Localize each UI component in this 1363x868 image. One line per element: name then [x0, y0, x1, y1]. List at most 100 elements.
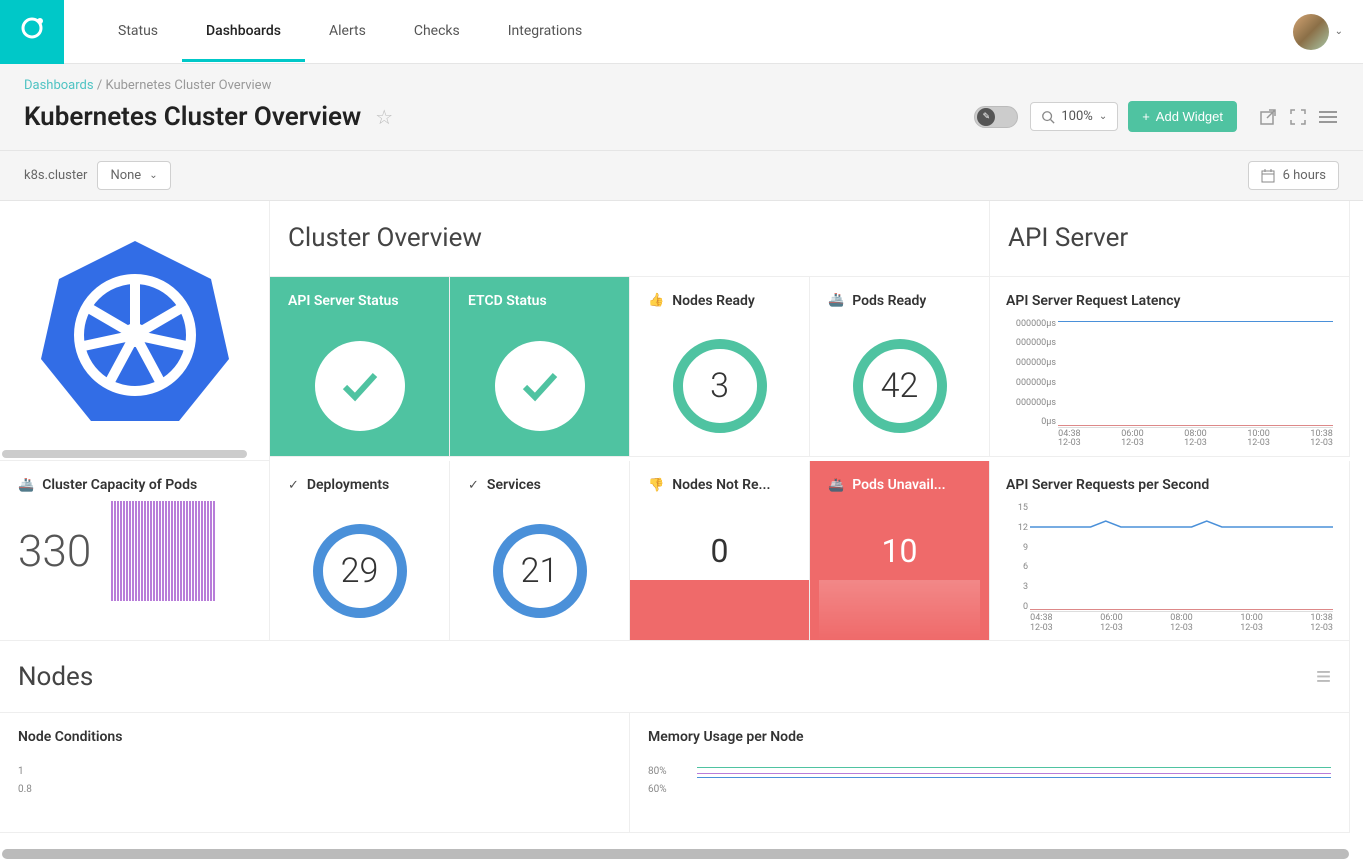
check-icon — [495, 341, 585, 431]
time-range-value: 6 hours — [1283, 168, 1326, 183]
nav-status[interactable]: Status — [94, 1, 182, 62]
dashboard-body: Cluster Overview API Server API Server S… — [0, 201, 1363, 861]
card-nodes-not-ready[interactable]: 👎 Nodes Not Re... 0 — [630, 461, 810, 641]
card-title: API Server Requests per Second — [1006, 477, 1333, 493]
card-api-latency[interactable]: API Server Request Latency 000000µs00000… — [990, 277, 1350, 457]
filter-select[interactable]: None ⌄ — [97, 161, 170, 190]
card-title: API Server Status — [288, 293, 399, 309]
nav-checks[interactable]: Checks — [390, 1, 484, 62]
edit-toggle[interactable]: ✎ — [974, 106, 1018, 128]
ring-value: 3 — [673, 339, 767, 433]
external-link-icon[interactable] — [1257, 106, 1279, 128]
card-title: Pods Unavail... — [852, 477, 945, 493]
thumbs-up-icon: 👍 — [648, 293, 664, 308]
zoom-select[interactable]: 100% ⌄ — [1030, 102, 1118, 131]
fullscreen-icon[interactable] — [1287, 106, 1309, 128]
logo-icon — [16, 16, 48, 48]
card-deployments[interactable]: ✓ Deployments 29 — [270, 461, 450, 641]
avatar — [1293, 14, 1329, 50]
k8s-logo-widget[interactable] — [0, 201, 270, 461]
filter-value: None — [110, 168, 141, 183]
filter-bar: k8s.cluster None ⌄ 6 hours — [0, 151, 1363, 201]
section-cluster-overview: Cluster Overview — [270, 201, 990, 277]
user-menu[interactable]: ⌄ — [1293, 14, 1343, 50]
kubernetes-icon — [35, 231, 235, 431]
card-memory-per-node[interactable]: Memory Usage per Node 80%60% — [630, 713, 1350, 833]
y-axis: 10.8 — [18, 763, 611, 799]
menu-icon[interactable] — [1317, 106, 1339, 128]
breadcrumb: Dashboards / Kubernetes Cluster Overview — [24, 78, 1339, 93]
card-nodes-ready[interactable]: 👍 Nodes Ready 3 — [630, 277, 810, 457]
page-title: Kubernetes Cluster Overview — [24, 102, 361, 132]
big-number: 330 — [18, 525, 91, 577]
y-axis: 15129630 — [1006, 503, 1028, 612]
card-services[interactable]: ✓ Services 21 — [450, 461, 630, 641]
y-axis: 80%60% — [648, 763, 667, 799]
nav-alerts[interactable]: Alerts — [305, 1, 390, 62]
card-title: Node Conditions — [18, 729, 611, 745]
card-api-server-status[interactable]: API Server Status — [270, 277, 450, 457]
calendar-icon — [1261, 169, 1275, 183]
nav-integrations[interactable]: Integrations — [484, 1, 606, 62]
check-icon — [315, 341, 405, 431]
time-range-select[interactable]: 6 hours — [1248, 161, 1339, 190]
check-icon: ✓ — [288, 478, 299, 493]
x-axis: 04:3812-0306:0012-0308:0012-0310:0012-03… — [1058, 430, 1333, 448]
star-icon[interactable]: ☆ — [375, 105, 393, 129]
stat-value: 0 — [711, 532, 729, 570]
chevron-down-icon: ⌄ — [1099, 111, 1107, 122]
add-widget-label: Add Widget — [1156, 109, 1223, 124]
section-api-server: API Server — [990, 201, 1350, 277]
menu-icon[interactable]: ≡ — [1316, 661, 1331, 692]
pencil-icon: ✎ — [977, 108, 995, 126]
scrollbar-horizontal[interactable] — [2, 849, 1349, 859]
card-title: Nodes Ready — [672, 293, 755, 309]
breadcrumb-root[interactable]: Dashboards — [24, 78, 94, 93]
card-node-conditions[interactable]: Node Conditions 10.8 — [0, 713, 630, 833]
ring-value: 42 — [853, 339, 947, 433]
card-title: Services — [487, 477, 541, 493]
card-title: API Server Request Latency — [1006, 293, 1333, 309]
plus-icon: + — [1142, 109, 1150, 124]
card-title: Deployments — [307, 477, 389, 493]
card-pods-ready[interactable]: 🚢 Pods Ready 42 — [810, 277, 990, 457]
ring-value: 21 — [493, 524, 587, 618]
bar-fill — [630, 580, 809, 640]
plot-area — [697, 763, 1331, 793]
card-etcd-status[interactable]: ETCD Status — [450, 277, 630, 457]
card-api-rps[interactable]: API Server Requests per Second 15129630 … — [990, 461, 1350, 641]
chevron-down-icon: ⌄ — [149, 170, 157, 181]
x-axis: 04:3812-0306:0012-0308:0012-0310:0012-03… — [1030, 614, 1333, 632]
plot-area — [1058, 319, 1333, 428]
card-title: Memory Usage per Node — [648, 729, 1331, 745]
card-title: Pods Ready — [852, 293, 926, 309]
breadcrumb-sep: / — [97, 78, 102, 93]
plot-area — [1030, 503, 1333, 612]
thumbs-down-icon: 👎 — [648, 478, 664, 493]
scrollbar-horizontal[interactable] — [2, 450, 247, 458]
nav-items: Status Dashboards Alerts Checks Integrat… — [94, 1, 606, 62]
zoom-value: 100% — [1061, 109, 1092, 124]
bar-fill — [819, 580, 980, 640]
top-nav: Status Dashboards Alerts Checks Integrat… — [0, 0, 1363, 64]
card-title: Cluster Capacity of Pods — [42, 477, 197, 493]
ship-icon: 🚢 — [18, 478, 34, 493]
y-axis: 000000µs000000µs000000µs000000µs000000µs… — [1006, 319, 1056, 428]
add-widget-button[interactable]: + Add Widget — [1128, 101, 1237, 132]
ship-icon: 🚢 — [828, 478, 844, 493]
card-cluster-capacity[interactable]: 🚢 Cluster Capacity of Pods 330 — [0, 461, 270, 641]
ring-value: 29 — [313, 524, 407, 618]
sparkline — [111, 501, 215, 601]
breadcrumb-current: Kubernetes Cluster Overview — [105, 78, 271, 93]
ship-icon: 🚢 — [828, 293, 844, 308]
app-logo[interactable] — [0, 0, 64, 64]
search-icon — [1041, 110, 1055, 124]
section-nodes: Nodes ≡ — [0, 641, 1350, 713]
filter-label: k8s.cluster — [24, 168, 87, 183]
chevron-down-icon: ⌄ — [1335, 26, 1343, 37]
card-title: Nodes Not Re... — [672, 477, 770, 493]
card-pods-unavailable[interactable]: 🚢Pods Unavail... 10 — [810, 461, 990, 641]
nav-dashboards[interactable]: Dashboards — [182, 1, 305, 62]
section-label: Nodes — [18, 662, 93, 692]
check-icon: ✓ — [468, 478, 479, 493]
